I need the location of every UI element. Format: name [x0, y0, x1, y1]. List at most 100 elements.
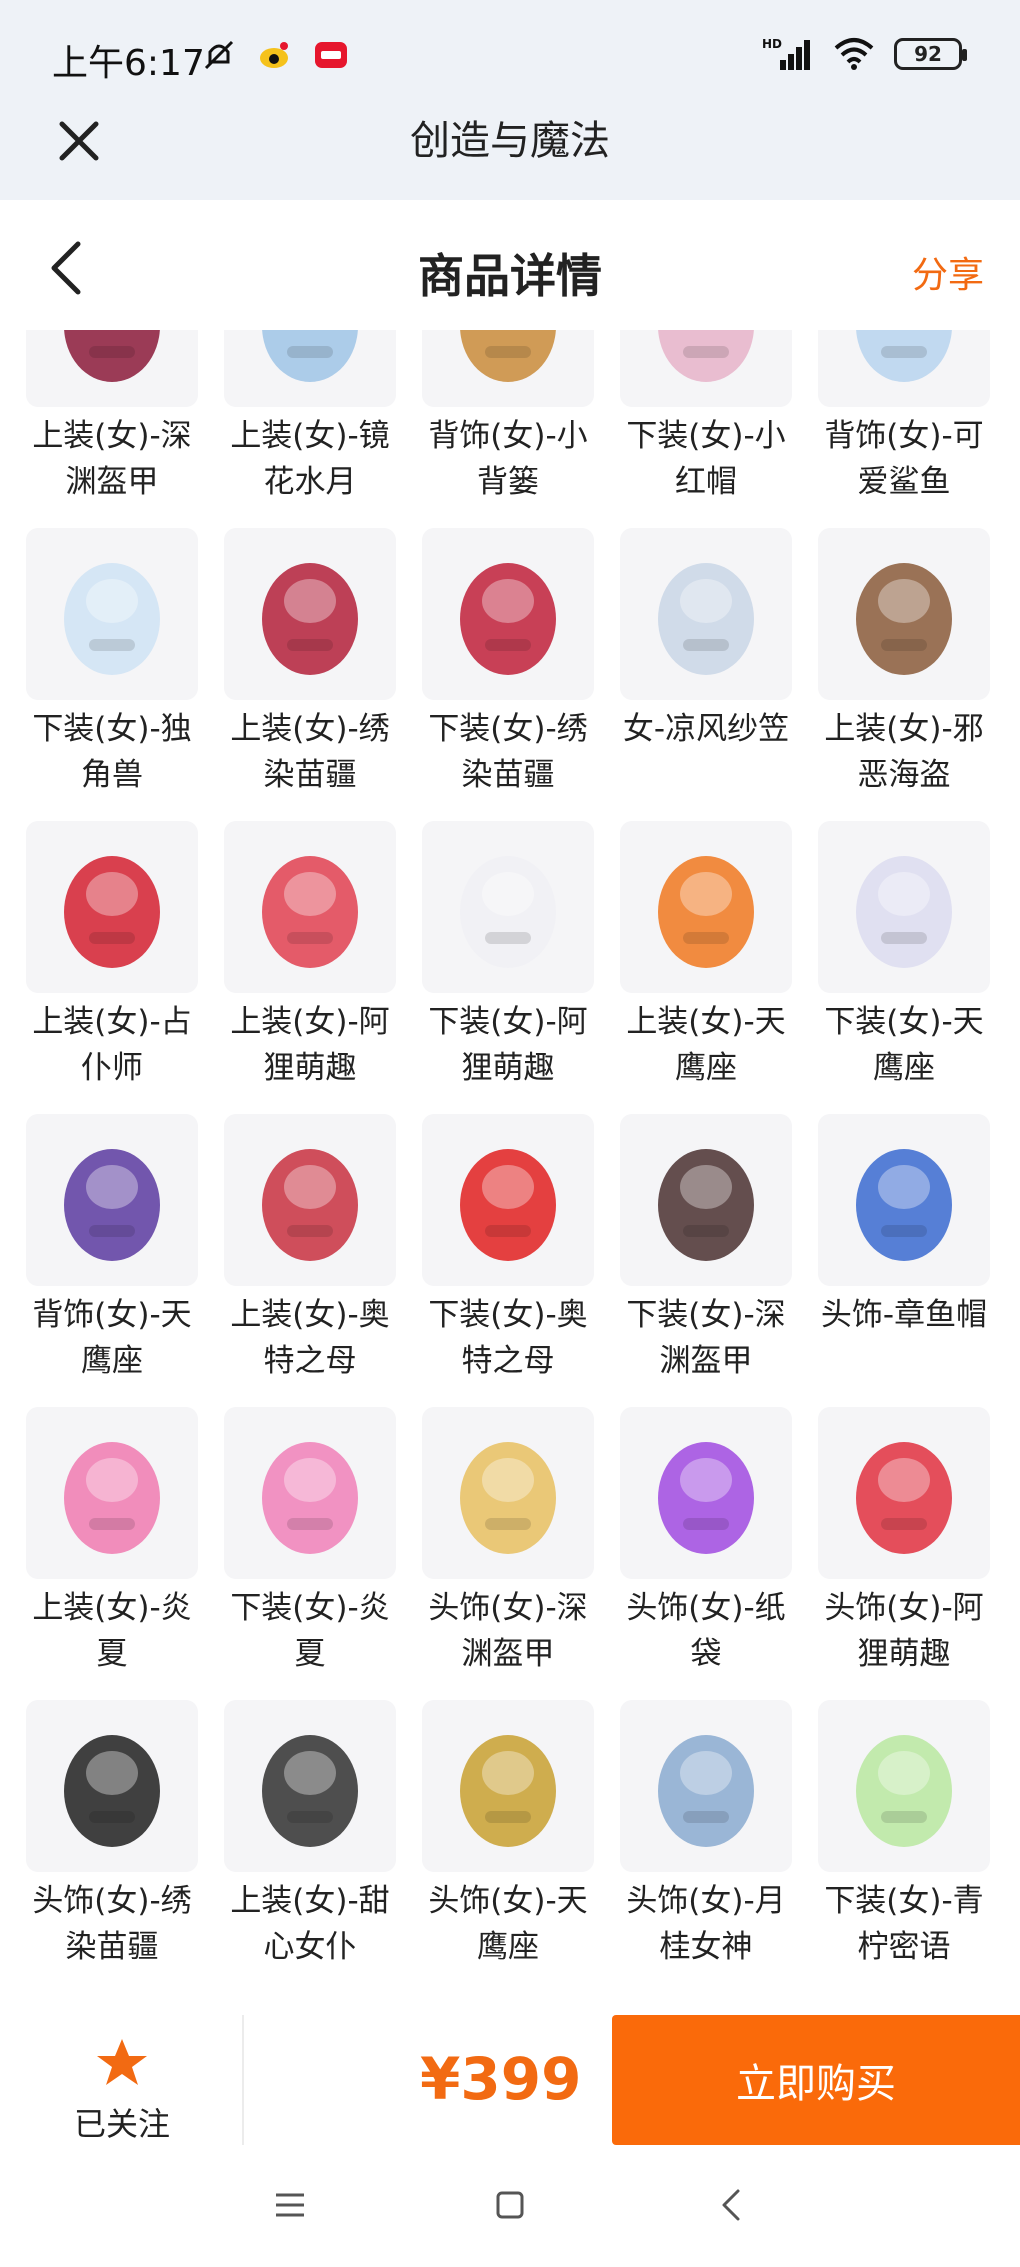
- product-item[interactable]: 背饰(女)-天鹰座: [26, 1114, 198, 1407]
- product-item[interactable]: 头饰(女)-纸袋: [620, 1407, 792, 1700]
- follow-button[interactable]: 已关注: [62, 2035, 182, 2145]
- product-item[interactable]: 背饰(女)-可爱鲨鱼: [818, 330, 990, 528]
- product-label: 头饰(女)-天鹰座: [428, 1883, 588, 1965]
- product-item[interactable]: 头饰(女)-天鹰座: [422, 1700, 594, 1993]
- product-thumbnail: [818, 821, 990, 993]
- product-label: 上装(女)-邪恶海盗: [824, 711, 984, 793]
- product-item[interactable]: 女-凉风纱笠: [620, 528, 792, 821]
- product-item[interactable]: 上装(女)-甜心女仆: [224, 1700, 396, 1993]
- product-label: 下装(女)-深渊盔甲: [626, 1297, 786, 1379]
- product-item[interactable]: 头饰(女)-绣染苗疆: [26, 1700, 198, 1993]
- product-label: 下装(女)-天鹰座: [824, 1004, 984, 1086]
- product-grid-viewport[interactable]: 上装(女)-深渊盔甲 上装(女)-镜花水月 背饰(女)-小背篓 下装(女)-小红帽 背饰…: [0, 330, 1020, 2015]
- orange-jacket-icon: [658, 856, 754, 968]
- armor-top-icon: [64, 330, 160, 382]
- product-item[interactable]: 上装(女)-天鹰座: [620, 821, 792, 1114]
- product-label: 上装(女)-绣染苗疆: [230, 711, 390, 793]
- back-icon[interactable]: [702, 2175, 762, 2235]
- product-label: 背饰(女)-小背篓: [428, 418, 588, 500]
- app-badge-icon: [315, 42, 347, 68]
- product-label: 头饰(女)-月桂女神: [626, 1883, 786, 1965]
- product-thumbnail: [224, 821, 396, 993]
- product-thumbnail: [620, 1700, 792, 1872]
- product-label: 下装(女)-独角兽: [32, 711, 192, 793]
- product-item[interactable]: 下装(女)-炎夏: [224, 1407, 396, 1700]
- product-item[interactable]: 上装(女)-绣染苗疆: [224, 528, 396, 821]
- divider: [242, 2015, 244, 2145]
- buy-now-button[interactable]: 立即购买: [612, 2015, 1020, 2145]
- unicorn-shoes-icon: [64, 563, 160, 675]
- boots-icon: [658, 330, 754, 382]
- product-item[interactable]: 头饰(女)-阿狸萌趣: [818, 1407, 990, 1700]
- product-label: 女-凉风纱笠: [622, 711, 790, 747]
- product-item[interactable]: 上装(女)-奥特之母: [224, 1114, 396, 1407]
- close-icon[interactable]: [50, 110, 110, 170]
- product-thumbnail: [818, 528, 990, 700]
- product-thumbnail: [422, 1407, 594, 1579]
- product-item[interactable]: 上装(女)-深渊盔甲: [26, 330, 198, 528]
- product-label: 上装(女)-甜心女仆: [230, 1883, 390, 1965]
- product-thumbnail: [26, 821, 198, 993]
- product-item[interactable]: 背饰(女)-小背篓: [422, 330, 594, 528]
- product-item[interactable]: 下装(女)-深渊盔甲: [620, 1114, 792, 1407]
- product-item[interactable]: 上装(女)-炎夏: [26, 1407, 198, 1700]
- product-thumbnail: [26, 1700, 198, 1872]
- pink-bikini-icon: [64, 1442, 160, 1554]
- system-nav-bar: [0, 2145, 1020, 2267]
- blonde-hair-icon: [460, 1442, 556, 1554]
- product-label: 上装(女)-炎夏: [32, 1590, 192, 1672]
- product-item[interactable]: 下装(女)-绣染苗疆: [422, 528, 594, 821]
- status-right: HD 92: [762, 36, 967, 72]
- home-icon[interactable]: [480, 2175, 540, 2235]
- product-item[interactable]: 上装(女)-占仆师: [26, 821, 198, 1114]
- product-label: 下装(女)-炎夏: [230, 1590, 390, 1672]
- pink-skirt-icon: [262, 1442, 358, 1554]
- share-button[interactable]: 分享: [912, 246, 984, 298]
- product-item[interactable]: 头饰(女)-深渊盔甲: [422, 1407, 594, 1700]
- product-item[interactable]: 下装(女)-天鹰座: [818, 821, 990, 1114]
- white-pants-icon: [856, 856, 952, 968]
- product-thumbnail: [818, 1114, 990, 1286]
- product-item[interactable]: 上装(女)-邪恶海盗: [818, 528, 990, 821]
- product-item[interactable]: 上装(女)-阿狸萌趣: [224, 821, 396, 1114]
- silver-top-icon: [262, 1149, 358, 1261]
- product-thumbnail: [620, 1407, 792, 1579]
- product-item[interactable]: 下装(女)-青柠密语: [818, 1700, 990, 1993]
- product-item[interactable]: 下装(女)-小红帽: [620, 330, 792, 528]
- blue-hair-icon: [658, 1735, 754, 1847]
- product-label: 下装(女)-绣染苗疆: [428, 711, 588, 793]
- product-item[interactable]: 头饰-章鱼帽: [818, 1114, 990, 1407]
- paper-bag-icon: [658, 1442, 754, 1554]
- product-label: 头饰-章鱼帽: [820, 1297, 988, 1333]
- product-thumbnail: [224, 1700, 396, 1872]
- product-label: 头饰(女)-深渊盔甲: [428, 1590, 588, 1672]
- menu-icon[interactable]: [260, 2175, 320, 2235]
- product-item[interactable]: 下装(女)-独角兽: [26, 528, 198, 821]
- product-label: 上装(女)-天鹰座: [626, 1004, 786, 1086]
- black-hair-icon: [64, 1735, 160, 1847]
- svg-text:HD: HD: [762, 37, 782, 51]
- product-label: 背饰(女)-天鹰座: [32, 1297, 192, 1379]
- mute-icon: [204, 40, 234, 70]
- app-title: 创造与魔法: [410, 118, 610, 164]
- product-label: 头饰(女)-阿狸萌趣: [824, 1590, 984, 1672]
- embroidered-top-icon: [262, 563, 358, 675]
- product-item[interactable]: 下装(女)-奥特之母: [422, 1114, 594, 1407]
- product-thumbnail: [620, 1114, 792, 1286]
- product-label: 上装(女)-阿狸萌趣: [230, 1004, 390, 1086]
- product-label: 下装(女)-小红帽: [626, 418, 786, 500]
- shark-icon: [856, 330, 952, 382]
- status-icons-left: [200, 36, 350, 74]
- product-label: 下装(女)-奥特之母: [428, 1297, 588, 1379]
- product-item[interactable]: 上装(女)-镜花水月: [224, 330, 396, 528]
- product-thumbnail: [620, 821, 792, 993]
- product-item[interactable]: 下装(女)-阿狸萌趣: [422, 821, 594, 1114]
- dark-stockings-icon: [658, 1149, 754, 1261]
- product-thumbnail: [26, 1407, 198, 1579]
- product-thumbnail: [818, 330, 990, 407]
- robot-backpack-icon: [64, 1149, 160, 1261]
- battery-icon: 92: [894, 38, 967, 70]
- octopus-hat-icon: [856, 1149, 952, 1261]
- product-item[interactable]: 头饰(女)-月桂女神: [620, 1700, 792, 1993]
- product-label: 头饰(女)-纸袋: [626, 1590, 786, 1672]
